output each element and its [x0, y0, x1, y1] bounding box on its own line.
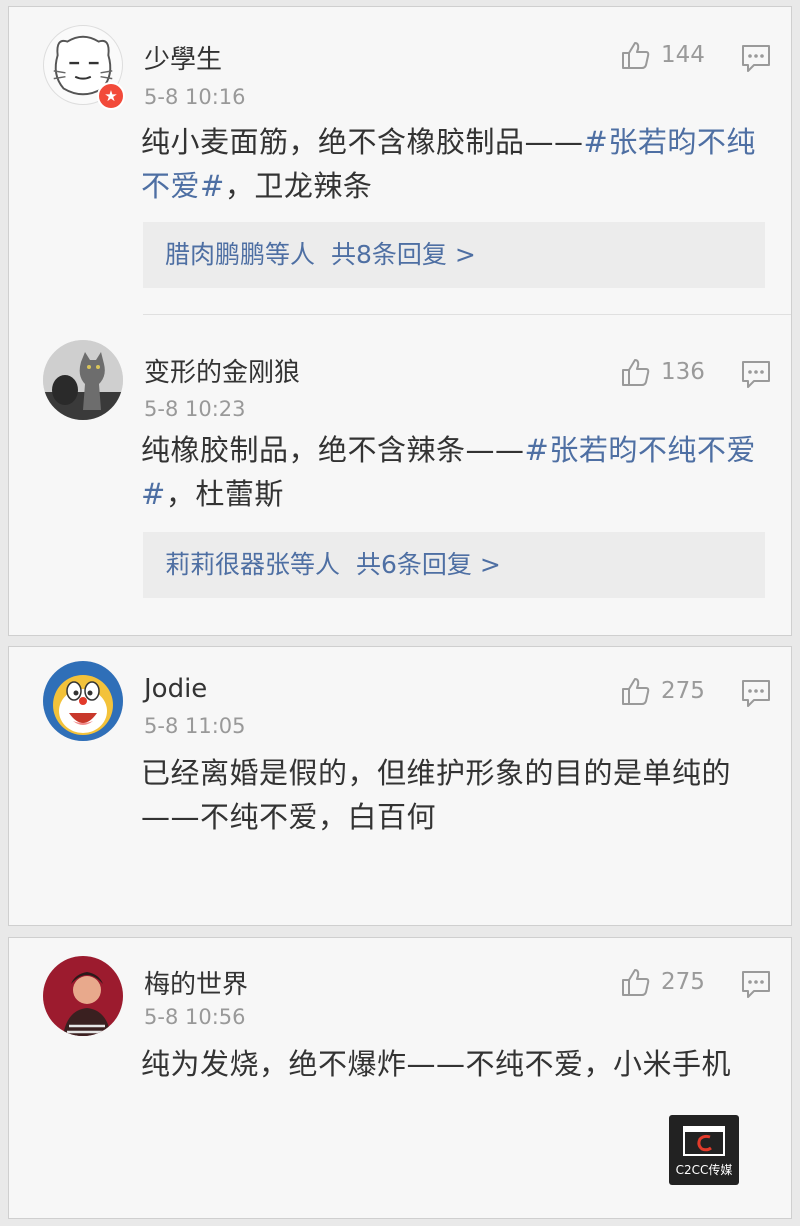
timestamp: 5-8 10:16 — [144, 85, 246, 109]
comment-icon[interactable] — [740, 677, 772, 709]
username[interactable]: 少學生 — [144, 39, 222, 76]
thumbs-up-icon — [622, 359, 650, 386]
c2cc-watermark-logo: C2CC传媒 — [669, 1115, 739, 1185]
timestamp: 5-8 10:56 — [144, 1005, 246, 1029]
thumbs-up-icon — [622, 969, 650, 996]
timestamp: 5-8 10:23 — [144, 397, 246, 421]
replies-summary[interactable]: 腊肉鹏鹏等人 共8条回复 > — [143, 222, 765, 288]
comment-card: ★ 少學生 5-8 10:16 144 纯小麦面筋，绝不含橡胶制品——#张若昀不… — [8, 6, 792, 636]
comment-item: ★ 少學生 5-8 10:16 144 纯小麦面筋，绝不含橡胶制品——#张若昀不… — [9, 7, 791, 307]
username[interactable]: 变形的金刚狼 — [144, 352, 300, 389]
doraemon-avatar[interactable] — [43, 661, 123, 741]
vip-star-badge: ★ — [97, 82, 125, 110]
comment-text: 已经离婚是假的，但维护形象的目的是单纯的——不纯不爱，白百何 — [141, 756, 732, 834]
comment-text: 纯为发烧，绝不爆炸——不纯不爱，小米手机 — [141, 1047, 732, 1081]
comment-icon[interactable] — [740, 968, 772, 1000]
replies-summary[interactable]: 莉莉很器张等人 共6条回复 > — [143, 532, 765, 598]
person-photo-avatar[interactable] — [43, 956, 123, 1036]
cat-photo-avatar[interactable] — [43, 340, 123, 420]
username[interactable]: Jodie — [144, 674, 207, 704]
comment-item: Jodie 5-8 11:05 275 已经离婚是假的，但维护形象的目的是单纯的… — [9, 647, 791, 925]
comment-text: 纯小麦面筋，绝不含橡胶制品——#张若昀不纯不爱#，卫龙辣条 — [141, 125, 756, 203]
comment-icon[interactable] — [740, 358, 772, 390]
like-count: 144 — [661, 42, 705, 68]
like-button[interactable]: 136 — [619, 355, 705, 389]
like-button[interactable]: 275 — [619, 965, 705, 999]
watermark-label: C2CC传媒 — [675, 1163, 733, 1177]
like-button[interactable]: 144 — [619, 38, 705, 72]
timestamp: 5-8 11:05 — [144, 714, 246, 738]
thumbs-up-icon — [622, 42, 650, 69]
comment-item: 变形的金刚狼 5-8 10:23 136 纯橡胶制品，绝不含辣条——#张若昀不纯… — [9, 315, 791, 635]
comment-card: Jodie 5-8 11:05 275 已经离婚是假的，但维护形象的目的是单纯的… — [8, 646, 792, 926]
like-button[interactable]: 275 — [619, 674, 705, 708]
thumbs-up-icon — [622, 678, 650, 705]
comment-text: 纯橡胶制品，绝不含辣条——#张若昀不纯不爱#，杜蕾斯 — [141, 433, 756, 511]
comment-icon[interactable] — [740, 42, 772, 74]
like-count: 275 — [661, 969, 705, 995]
username[interactable]: 梅的世界 — [144, 964, 248, 1001]
camera-icon — [683, 1126, 725, 1156]
like-count: 275 — [661, 678, 705, 704]
like-count: 136 — [661, 359, 705, 385]
